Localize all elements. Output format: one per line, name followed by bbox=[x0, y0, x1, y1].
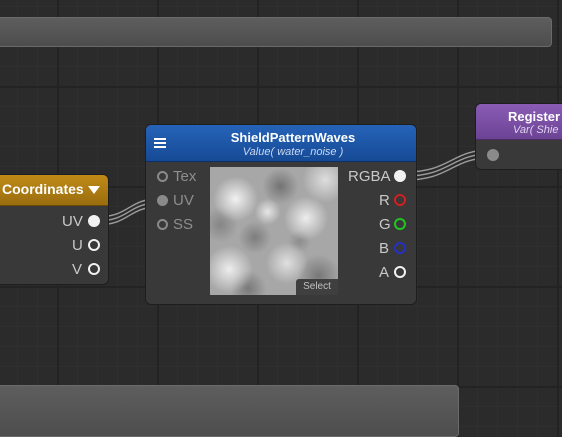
output-port-u[interactable] bbox=[88, 239, 100, 251]
chevron-down-icon[interactable] bbox=[88, 186, 100, 194]
shield-node-header[interactable]: ShieldPatternWaves Value( water_noise ) bbox=[146, 125, 416, 162]
input-port-uv[interactable] bbox=[157, 195, 168, 206]
input-label-uv: UV bbox=[173, 192, 194, 209]
register-subtitle: Var( Shie bbox=[513, 124, 559, 136]
output-label-v: V bbox=[72, 261, 83, 278]
output-label-r: R bbox=[379, 192, 390, 209]
output-label-u: U bbox=[72, 237, 83, 254]
output-label-uv: UV bbox=[62, 213, 83, 230]
register-title: Register bbox=[508, 109, 561, 124]
preview-select-button[interactable]: Select bbox=[296, 279, 338, 295]
shield-pattern-waves-node[interactable]: ShieldPatternWaves Value( water_noise ) … bbox=[145, 124, 417, 305]
output-port-g[interactable] bbox=[394, 218, 406, 230]
coordinates-node[interactable]: Coordinates UV U V bbox=[0, 174, 109, 285]
output-port-a[interactable] bbox=[394, 266, 406, 278]
texture-preview[interactable]: Select bbox=[210, 167, 338, 295]
coordinates-header[interactable]: Coordinates bbox=[0, 175, 108, 206]
register-header[interactable]: Register Var( Shie bbox=[476, 104, 562, 140]
output-label-g: G bbox=[379, 216, 391, 233]
output-label-rgba: RGBA bbox=[348, 168, 391, 185]
input-label-ss: SS bbox=[173, 216, 194, 233]
menu-icon[interactable] bbox=[154, 138, 166, 148]
output-port-r[interactable] bbox=[394, 194, 406, 206]
output-port-v[interactable] bbox=[88, 263, 100, 275]
input-label-tex: Tex bbox=[173, 168, 197, 185]
input-port-register[interactable] bbox=[487, 149, 499, 161]
output-port-rgba[interactable] bbox=[394, 170, 406, 182]
register-node[interactable]: Register Var( Shie bbox=[475, 103, 562, 170]
input-port-tex[interactable] bbox=[157, 171, 168, 182]
output-label-b: B bbox=[379, 240, 390, 257]
shield-node-title: ShieldPatternWaves bbox=[230, 130, 356, 145]
output-port-uv[interactable] bbox=[88, 215, 100, 227]
output-port-b[interactable] bbox=[394, 242, 406, 254]
shield-node-subtitle: Value( water_noise ) bbox=[242, 146, 344, 158]
input-port-ss[interactable] bbox=[157, 219, 168, 230]
coordinates-title: Coordinates bbox=[2, 181, 84, 197]
output-label-a: A bbox=[379, 264, 390, 281]
